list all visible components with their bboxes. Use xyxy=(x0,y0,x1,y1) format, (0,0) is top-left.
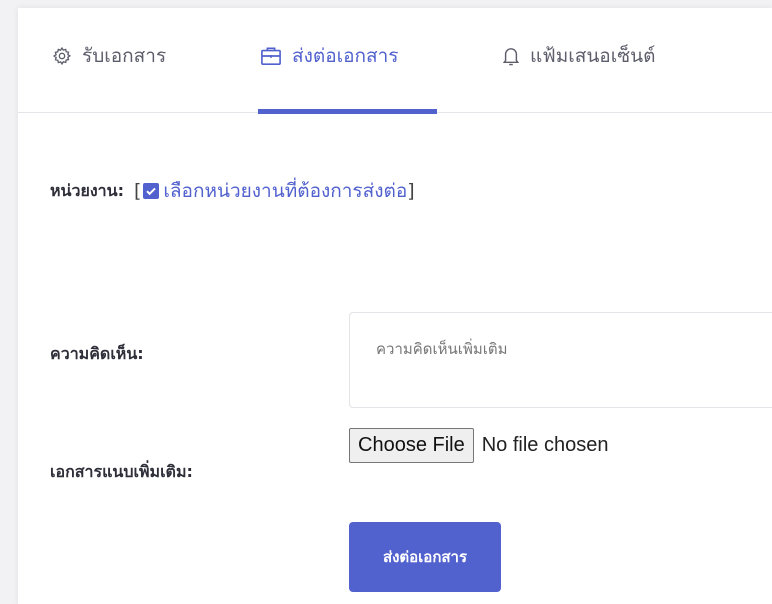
tab-signature-folder[interactable]: แฟ้มเสนอเซ็นต์ xyxy=(502,38,655,74)
department-checkbox[interactable] xyxy=(143,183,160,199)
bracket-close: ] xyxy=(407,180,415,202)
bell-icon xyxy=(502,46,520,66)
tab-label: แฟ้มเสนอเซ็นต์ xyxy=(530,45,656,67)
bracket-open: [ xyxy=(133,180,142,202)
tab-forward-documents[interactable]: ส่งต่อเอกสาร xyxy=(260,38,399,74)
tab-label: รับเอกสาร xyxy=(82,45,167,67)
comment-label: ความคิดเห็น: xyxy=(50,344,144,363)
active-tab-indicator xyxy=(258,109,437,114)
comment-textarea[interactable] xyxy=(349,312,772,408)
forward-document-panel: รับเอกสาร ส่งต่อเอกสาร แฟ้มเสนอเซ็นต์ หน… xyxy=(18,8,772,604)
briefcase-icon xyxy=(260,46,282,66)
tab-label: ส่งต่อเอกสาร xyxy=(292,45,399,67)
tab-bar: รับเอกสาร ส่งต่อเอกสาร แฟ้มเสนอเซ็นต์ xyxy=(18,8,772,114)
check-icon xyxy=(146,187,157,196)
gear-icon xyxy=(52,46,72,66)
attachment-label: เอกสารแนบเพิ่มเติม: xyxy=(50,462,193,481)
tab-receive-documents[interactable]: รับเอกสาร xyxy=(52,38,166,74)
file-input: Choose File No file chosen xyxy=(349,428,608,463)
select-department-link[interactable]: เลือกหน่วยงานที่ต้องการส่งต่อ xyxy=(163,176,407,206)
forward-submit-button[interactable]: ส่งต่อเอกสาร xyxy=(349,522,501,592)
department-row: หน่วยงาน: [ เลือกหน่วยงานที่ต้องการส่งต่… xyxy=(50,176,415,206)
choose-file-button[interactable]: Choose File xyxy=(349,428,474,463)
department-label: หน่วยงาน: xyxy=(50,180,124,200)
file-status-text: No file chosen xyxy=(481,434,609,456)
